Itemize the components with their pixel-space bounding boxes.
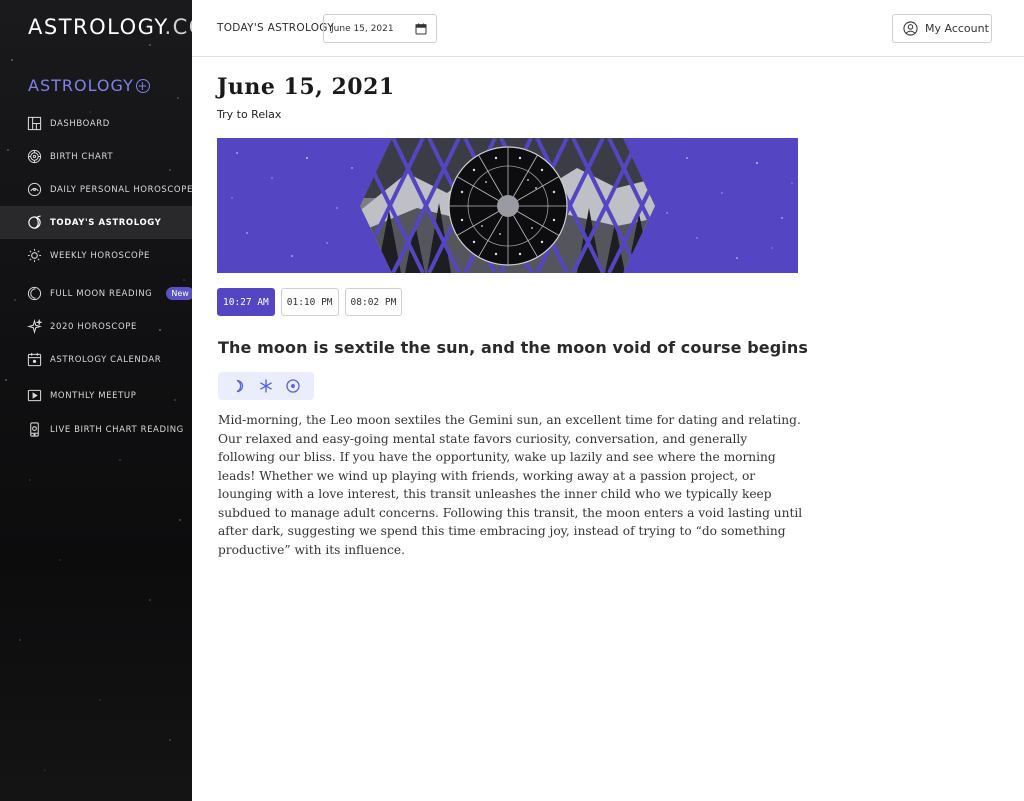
aspect-symbols xyxy=(218,372,314,400)
time-selector: 10:27 AM 01:10 PM 08:02 PM xyxy=(217,288,403,316)
sidebar-item-todays-astrology[interactable]: Today's Astrology xyxy=(0,206,192,239)
sidebar-item-2020-horoscope[interactable]: 2020 Horoscope xyxy=(0,310,192,343)
zodiac-wheel-illustration xyxy=(217,138,798,273)
sidebar-item-label: Weekly Horoscope xyxy=(50,250,151,261)
calendar-icon[interactable] xyxy=(415,23,427,35)
moon-icon xyxy=(236,379,244,393)
sidebar-item-label: Birth Chart xyxy=(50,151,114,162)
calendar-icon xyxy=(27,352,42,367)
sparkle-icon xyxy=(27,319,42,334)
my-account-button[interactable]: My Account xyxy=(892,14,992,43)
my-account-label: My Account xyxy=(925,22,989,35)
zodiac-wheel xyxy=(448,146,568,266)
sidebar-item-dashboard[interactable]: Dashboard xyxy=(0,107,192,140)
top-bar: TODAY'S ASTROLOGY June 15, 2021 My Accou… xyxy=(192,0,1024,57)
sidebar-item-label: Monthly Meetup xyxy=(50,390,137,401)
sidebar-item-live-birth-chart-reading[interactable]: Live Birth Chart Reading xyxy=(0,413,192,446)
birth-chart-icon xyxy=(27,149,42,164)
sidebar-item-weekly-horoscope[interactable]: Weekly Horoscope xyxy=(0,239,192,272)
sidebar-item-label: Full Moon Reading xyxy=(50,288,153,299)
brand-name: ASTROLOGY xyxy=(28,15,165,39)
todays-astrology-icon xyxy=(28,215,41,229)
brand-logo[interactable]: ASTROLOGY.COM xyxy=(28,15,192,39)
video-play-icon xyxy=(27,389,42,402)
new-badge: New xyxy=(166,287,192,300)
user-icon xyxy=(903,21,918,36)
page-title: June 15, 2021 xyxy=(217,74,395,100)
sidebar-item-label: Dashboard xyxy=(50,118,110,129)
time-option-0802pm[interactable]: 08:02 PM xyxy=(344,288,403,316)
date-picker-input[interactable]: June 15, 2021 xyxy=(323,14,437,43)
sidebar-item-monthly-meetup[interactable]: Monthly Meetup xyxy=(0,379,192,412)
astrology-plus-logo[interactable]: ASTROLOGY + xyxy=(28,76,150,95)
sidebar-item-birth-chart[interactable]: Birth Chart xyxy=(0,140,192,173)
sun-symbol-icon xyxy=(285,379,300,393)
sextile-icon xyxy=(260,379,272,393)
section-title: TODAY'S ASTROLOGY xyxy=(217,22,334,34)
sidebar: ASTROLOGY.COM ASTROLOGY + Dashboard Birt… xyxy=(0,0,192,801)
hero-banner-image xyxy=(217,138,798,273)
astrology-plus-label: ASTROLOGY xyxy=(28,76,134,95)
event-title: The moon is sextile the sun, and the moo… xyxy=(218,338,808,357)
phone-icon xyxy=(30,422,39,437)
daily-horoscope-icon xyxy=(27,182,42,197)
sidebar-item-astrology-calendar[interactable]: Astrology Calendar xyxy=(0,343,192,376)
sidebar-item-daily-personal-horoscope[interactable]: Daily Personal Horoscope xyxy=(0,173,192,206)
brand-suffix: .COM xyxy=(164,15,192,39)
sidebar-item-label: Today's Astrology xyxy=(50,217,162,228)
page-subtitle: Try to Relax xyxy=(217,108,282,121)
sidebar-item-label: 2020 Horoscope xyxy=(50,321,137,332)
reading-body-text: Mid-morning, the Leo moon sextiles the G… xyxy=(218,413,803,557)
plus-icon: + xyxy=(135,78,150,93)
sidebar-item-label: Live Birth Chart Reading xyxy=(50,424,184,435)
sidebar-item-label: Astrology Calendar xyxy=(50,354,162,365)
date-value: June 15, 2021 xyxy=(331,23,394,34)
sidebar-item-full-moon-reading[interactable]: Full Moon Reading New xyxy=(0,277,192,310)
time-option-0110pm[interactable]: 01:10 PM xyxy=(280,288,339,316)
sun-icon xyxy=(27,248,42,263)
moon-icon xyxy=(27,286,42,301)
time-option-1027am[interactable]: 10:27 AM xyxy=(217,288,275,316)
dashboard-icon xyxy=(27,116,42,131)
sidebar-item-label: Daily Personal Horoscope xyxy=(50,184,192,195)
